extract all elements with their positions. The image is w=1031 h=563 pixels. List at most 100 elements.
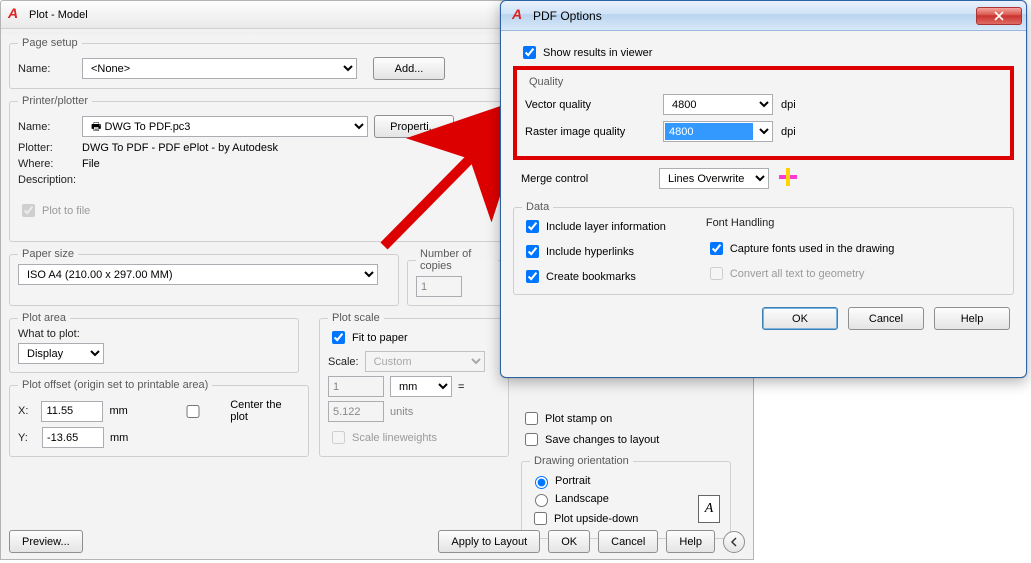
preview-button[interactable]: Preview... xyxy=(9,530,83,553)
what-to-plot-select[interactable]: Display xyxy=(18,343,104,364)
convert-text-check: Convert all text to geometry xyxy=(706,264,895,283)
expand-arrow-button[interactable] xyxy=(723,531,745,553)
orientation-legend: Drawing orientation xyxy=(530,455,633,467)
plotter-value: DWG To PDF - PDF ePlot - by Autodesk xyxy=(82,142,278,154)
plot-ok-button[interactable]: OK xyxy=(548,530,590,553)
printer-name-select[interactable]: 🖶 DWG To PDF.pc3 xyxy=(82,116,368,137)
plot-to-file-checkbox xyxy=(22,204,35,217)
pdf-options-window: PDF Options Show results in viewer Quali… xyxy=(500,0,1027,378)
landscape-radio[interactable] xyxy=(535,494,548,507)
fit-to-paper-check[interactable]: Fit to paper xyxy=(328,328,500,347)
pdf-title-text: PDF Options xyxy=(533,9,602,23)
plot-to-file-check: Plot to file xyxy=(18,201,90,220)
copies-legend: Number of copies xyxy=(416,248,498,272)
merge-control-label: Merge control xyxy=(521,173,651,185)
plot-area-group: Plot area What to plot: Display xyxy=(9,312,299,373)
plot-area-legend: Plot area xyxy=(18,312,70,324)
include-hyperlinks-check[interactable]: Include hyperlinks xyxy=(522,242,666,261)
scale-denom-unit: units xyxy=(390,406,413,418)
apply-to-layout-button[interactable]: Apply to Layout xyxy=(438,530,540,553)
font-handling-heading: Font Handling xyxy=(706,217,895,229)
plot-bottom-bar: Preview... Apply to Layout OK Cancel Hel… xyxy=(9,530,745,553)
scale-select: Custom xyxy=(365,351,485,372)
fit-to-paper-checkbox[interactable] xyxy=(332,331,345,344)
where-value: File xyxy=(82,158,100,170)
quality-legend: Quality xyxy=(525,76,567,88)
capture-fonts-checkbox[interactable] xyxy=(710,242,723,255)
scale-denominator-input xyxy=(328,401,384,422)
printer-properties-button[interactable]: Properti... xyxy=(374,115,454,138)
copies-input xyxy=(416,276,462,297)
portrait-radio-label[interactable]: Portrait xyxy=(530,473,722,489)
plot-stamp-check[interactable]: Plot stamp on xyxy=(521,409,731,428)
vector-quality-label: Vector quality xyxy=(525,99,655,111)
scale-numerator-input xyxy=(328,376,384,397)
vector-dpi-label: dpi xyxy=(781,99,796,111)
convert-text-checkbox xyxy=(710,267,723,280)
printer-name-label: Name: xyxy=(18,121,76,133)
center-plot-checkbox[interactable] xyxy=(163,405,223,418)
portrait-radio[interactable] xyxy=(535,476,548,489)
show-results-check[interactable]: Show results in viewer xyxy=(519,43,1014,62)
printer-legend: Printer/plotter xyxy=(18,95,92,107)
paper-size-select[interactable]: ISO A4 (210.00 x 297.00 MM) xyxy=(18,264,378,285)
include-hyperlinks-checkbox[interactable] xyxy=(526,245,539,258)
show-results-checkbox[interactable] xyxy=(523,46,536,59)
paper-size-group: Paper size ISO A4 (210.00 x 297.00 MM) xyxy=(9,248,399,306)
orientation-group: Drawing orientation Portrait Landscape P… xyxy=(521,455,731,539)
plot-help-button[interactable]: Help xyxy=(666,530,715,553)
scale-label: Scale: xyxy=(328,356,359,368)
data-group: Data Include layer information Include h… xyxy=(513,201,1014,295)
offset-x-label: X: xyxy=(18,405,35,417)
offset-y-input[interactable] xyxy=(42,427,104,448)
raster-quality-value[interactable] xyxy=(665,123,753,140)
create-bookmarks-check[interactable]: Create bookmarks xyxy=(522,267,666,286)
scale-lineweights-check: Scale lineweights xyxy=(328,428,500,447)
page-setup-legend: Page setup xyxy=(18,37,82,49)
autocad-app-icon xyxy=(7,7,23,23)
merge-overwrite-icon xyxy=(777,166,799,191)
offset-x-unit: mm xyxy=(109,405,127,417)
description-label: Description: xyxy=(18,174,76,186)
plot-title-text: Plot - Model xyxy=(29,9,88,21)
offset-x-input[interactable] xyxy=(41,401,103,422)
upside-down-check[interactable]: Plot upside-down xyxy=(530,509,722,528)
plot-scale-group: Plot scale Fit to paper Scale: Custom mm xyxy=(319,312,509,457)
landscape-radio-label[interactable]: Landscape xyxy=(530,491,722,507)
page-setup-add-button[interactable]: Add... xyxy=(373,57,445,80)
pdf-button-row: OK Cancel Help xyxy=(513,307,1014,330)
save-changes-checkbox[interactable] xyxy=(525,433,538,446)
plot-cancel-button[interactable]: Cancel xyxy=(598,530,658,553)
plot-stamp-checkbox[interactable] xyxy=(525,412,538,425)
center-plot-check[interactable]: Center the plot xyxy=(159,399,300,423)
create-bookmarks-checkbox[interactable] xyxy=(526,270,539,283)
paper-size-legend: Paper size xyxy=(18,248,78,260)
plotter-label: Plotter: xyxy=(18,142,76,154)
pdf-ok-button[interactable]: OK xyxy=(762,307,838,330)
scale-numer-unit-select[interactable]: mm xyxy=(390,376,452,397)
raster-quality-label: Raster image quality xyxy=(525,126,655,138)
raster-dpi-label: dpi xyxy=(781,126,796,138)
scale-equals: = xyxy=(458,381,464,393)
page-setup-name-select[interactable]: <None> xyxy=(82,58,357,79)
pdf-help-button[interactable]: Help xyxy=(934,307,1010,330)
scale-lineweights-checkbox xyxy=(332,431,345,444)
window-close-button[interactable] xyxy=(976,7,1022,25)
save-changes-check[interactable]: Save changes to layout xyxy=(521,430,731,449)
autocad-app-icon xyxy=(511,8,527,24)
pdf-cancel-button[interactable]: Cancel xyxy=(848,307,924,330)
include-layer-checkbox[interactable] xyxy=(526,220,539,233)
quality-highlight-box: Quality Vector quality 4800 dpi Raster i… xyxy=(513,66,1014,160)
offset-y-unit: mm xyxy=(110,432,128,444)
upside-down-checkbox[interactable] xyxy=(534,512,547,525)
what-to-plot-label: What to plot: xyxy=(18,328,290,340)
quality-group: Quality Vector quality 4800 dpi Raster i… xyxy=(525,76,1002,148)
merge-control-select[interactable]: Lines Overwrite xyxy=(659,168,769,189)
vector-quality-select[interactable]: 4800 xyxy=(663,94,773,115)
copies-group: Number of copies xyxy=(407,248,507,306)
pdf-titlebar[interactable]: PDF Options xyxy=(501,1,1026,31)
capture-fonts-check[interactable]: Capture fonts used in the drawing xyxy=(706,239,895,258)
include-layer-check[interactable]: Include layer information xyxy=(522,217,666,236)
plot-offset-group: Plot offset (origin set to printable are… xyxy=(9,379,309,457)
plot-scale-legend: Plot scale xyxy=(328,312,384,324)
